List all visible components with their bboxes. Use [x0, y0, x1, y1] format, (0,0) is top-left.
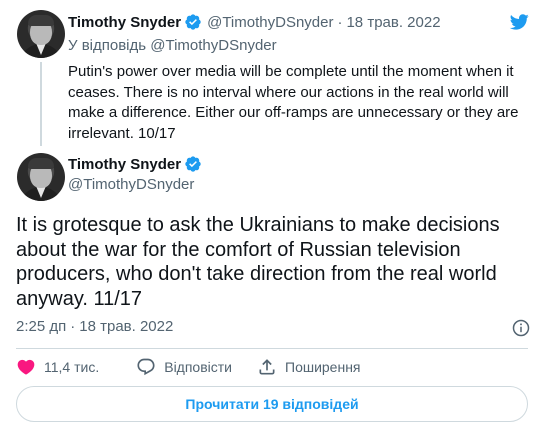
separator-dot: ·: [70, 318, 76, 335]
reply-label: Відповісти: [164, 359, 232, 375]
divider: [16, 348, 528, 349]
like-button[interactable]: 11,4 тис.: [16, 357, 99, 377]
author-name[interactable]: Timothy Snyder: [68, 14, 181, 31]
reply-button[interactable]: Відповісти: [136, 357, 232, 377]
read-replies-button[interactable]: Прочитати 19 відповідей: [16, 386, 528, 422]
main-tweet-text: It is grotesque to ask the Ukrainians to…: [16, 214, 500, 310]
main-author-avatar[interactable]: [17, 153, 65, 201]
replying-to-mention[interactable]: @TimothyDSnyder: [150, 37, 276, 54]
tweet-timestamp[interactable]: 2:25 дп · 18 трав. 2022: [16, 318, 173, 335]
verified-badge-icon: [184, 13, 202, 31]
twitter-bird-icon[interactable]: [508, 12, 530, 32]
verified-badge-icon: [184, 155, 202, 173]
share-button[interactable]: Поширення: [257, 357, 361, 377]
reply-tweet-header: Timothy Snyder @TimothyDSnyder · 18 трав…: [68, 13, 441, 31]
heart-icon: [17, 359, 35, 375]
reply-tweet-text: Putin's power over media will be complet…: [68, 63, 519, 142]
tweet-actions-bar: 11,4 тис. Відповісти Поширення: [16, 357, 361, 377]
main-tweet-author-block: Timothy Snyder @TimothyDSnyder: [68, 155, 202, 193]
info-icon[interactable]: [511, 318, 531, 338]
author-handle[interactable]: @TimothyDSnyder: [207, 14, 333, 31]
replying-to-label: У відповідь: [68, 37, 147, 54]
likes-count: 11,4 тис.: [44, 359, 100, 375]
share-icon: [259, 359, 275, 375]
reply-bubble-icon: [137, 358, 155, 376]
main-author-name[interactable]: Timothy Snyder: [68, 156, 181, 173]
main-author-handle[interactable]: @TimothyDSnyder: [68, 176, 202, 193]
share-label: Поширення: [285, 359, 361, 375]
replying-to-line: У відповідь @TimothyDSnyder: [68, 37, 277, 54]
tweet-date[interactable]: 18 трав. 2022: [79, 318, 173, 335]
tweet-date[interactable]: 18 трав. 2022: [346, 14, 440, 31]
separator-dot: ·: [337, 13, 343, 31]
thread-connector-line: [40, 62, 42, 146]
tweet-time[interactable]: 2:25 дп: [16, 318, 66, 335]
author-avatar[interactable]: [17, 10, 65, 58]
